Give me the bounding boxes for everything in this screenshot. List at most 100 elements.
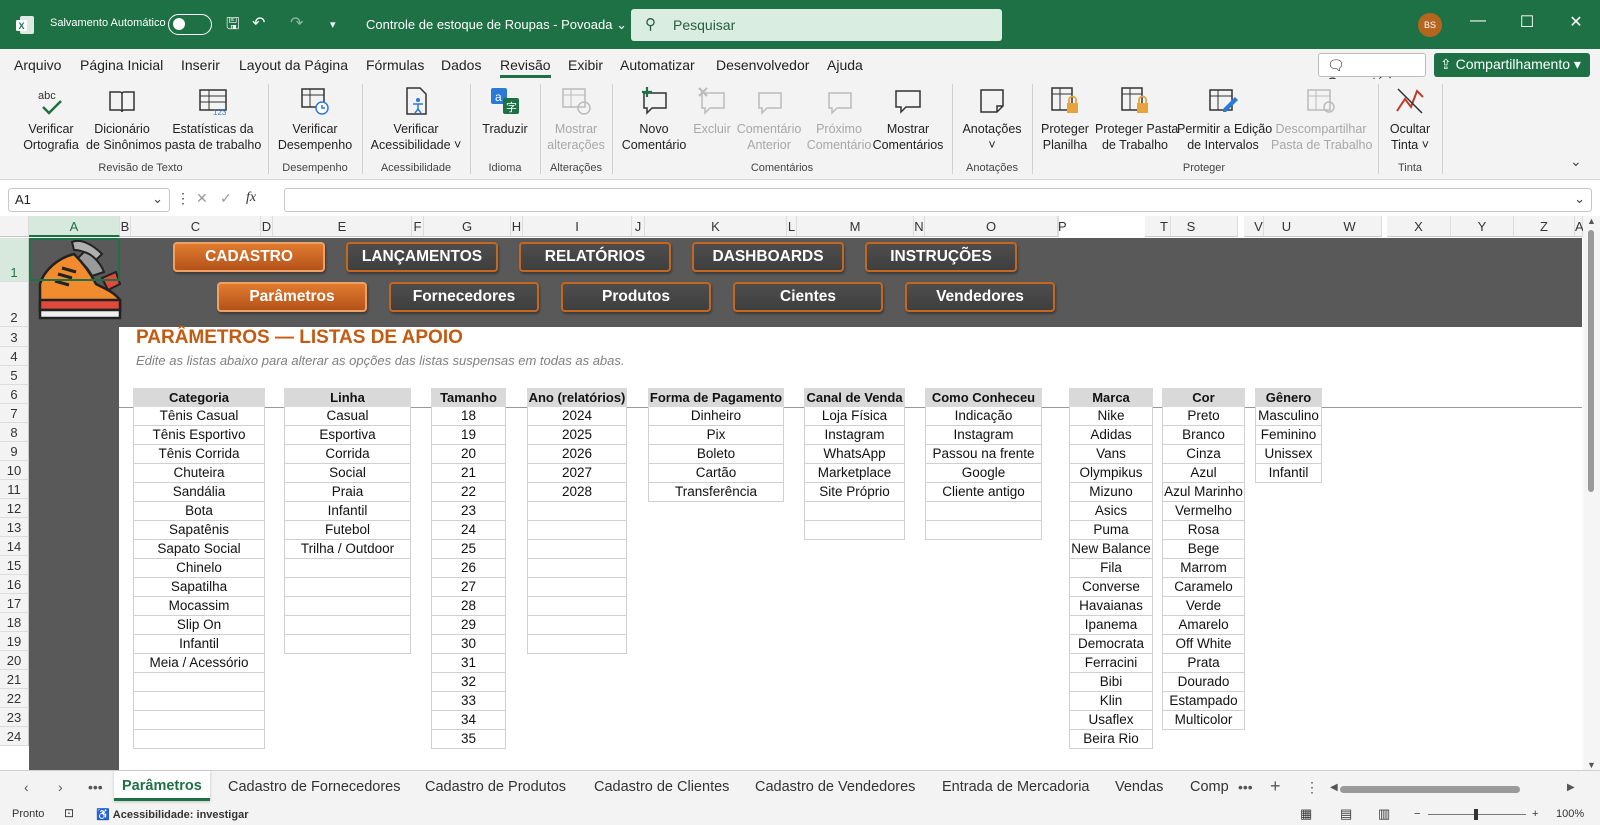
table-cell[interactable] xyxy=(133,673,265,692)
row-header-4[interactable]: 4 xyxy=(0,347,29,366)
table-cell[interactable]: Feminino xyxy=(1255,426,1322,445)
row-header-12[interactable]: 12 xyxy=(0,499,29,518)
more-sheets-icon[interactable]: ••• xyxy=(88,779,103,795)
column-header-e[interactable]: E xyxy=(273,216,412,237)
translate-button[interactable]: a字 Traduzir xyxy=(477,85,533,137)
column-header-x[interactable]: X xyxy=(1387,216,1451,237)
zoom-level[interactable]: 100% xyxy=(1556,808,1584,820)
table-cell[interactable]: 32 xyxy=(431,673,506,692)
table-cell[interactable]: Infantil xyxy=(1255,464,1322,483)
table-cell[interactable]: Converse xyxy=(1069,578,1153,597)
row-header-6[interactable]: 6 xyxy=(0,385,29,404)
nav-relatorios-button[interactable]: RELATÓRIOS xyxy=(519,242,671,272)
column-header-t[interactable]: T xyxy=(1158,216,1171,237)
table-cell[interactable]: 19 xyxy=(431,426,506,445)
horizontal-scrollbar-thumb[interactable] xyxy=(1340,786,1520,793)
row-header-21[interactable]: 21 xyxy=(0,670,29,689)
notes-button[interactable]: Anotações ˅ xyxy=(958,85,1026,153)
table-cell[interactable]: Bota xyxy=(133,502,265,521)
column-header-aa[interactable]: AA xyxy=(1575,216,1592,237)
prev-sheet-icon[interactable]: ‹ xyxy=(24,779,29,795)
table-cell[interactable]: Marrom xyxy=(1162,559,1245,578)
enter-icon[interactable]: ✓ xyxy=(220,190,232,207)
macro-record-icon[interactable]: ⊡ xyxy=(64,806,74,820)
table-cell[interactable]: Olympikus xyxy=(1069,464,1153,483)
redo-icon[interactable]: ↷ xyxy=(290,13,303,33)
page-break-view-icon[interactable]: ▥ xyxy=(1378,806,1390,822)
nav-clientes-button[interactable]: Cientes xyxy=(733,282,883,312)
cancel-icon[interactable]: ✕ xyxy=(196,190,208,207)
normal-view-icon[interactable]: ▦ xyxy=(1300,806,1312,822)
table-cell[interactable]: 34 xyxy=(431,711,506,730)
table-cell[interactable]: Azul Marinho xyxy=(1162,483,1245,502)
scroll-up-icon[interactable]: ▲ xyxy=(1587,216,1596,226)
column-header-g[interactable]: G xyxy=(424,216,511,237)
tab-arquivo[interactable]: Arquivo xyxy=(14,57,61,73)
protect-sheet-button[interactable]: Proteger Planilha xyxy=(1037,85,1093,153)
nav-dashboards-button[interactable]: DASHBOARDS xyxy=(692,242,844,272)
thesaurus-button[interactable]: Dicionário de Sinônimos xyxy=(86,85,162,153)
row-header-11[interactable]: 11 xyxy=(0,480,29,499)
table-cell[interactable]: 30 xyxy=(431,635,506,654)
maximize-icon[interactable]: ☐ xyxy=(1517,12,1537,32)
table-cell[interactable]: Sapatênis xyxy=(133,521,265,540)
table-cell[interactable]: Dourado xyxy=(1162,673,1245,692)
insert-function-icon[interactable]: fx xyxy=(246,190,256,206)
table-cell[interactable]: Marketplace xyxy=(804,464,905,483)
scroll-down-icon[interactable]: ▼ xyxy=(1587,760,1596,770)
table-cell[interactable]: Passou na frente xyxy=(925,445,1042,464)
column-header-v[interactable]: V xyxy=(1254,216,1264,237)
tab-revisao[interactable]: Revisão xyxy=(500,57,551,78)
table-cell[interactable]: Amarelo xyxy=(1162,616,1245,635)
table-cell[interactable]: Fila xyxy=(1069,559,1153,578)
new-comment-button[interactable]: Novo Comentário xyxy=(620,85,688,153)
avatar[interactable]: BS xyxy=(1418,13,1442,37)
table-cell[interactable] xyxy=(133,730,265,749)
table-cell[interactable]: Tênis Esportivo xyxy=(133,426,265,445)
share-button[interactable]: ⇪ Compartilhamento ▾ xyxy=(1434,53,1590,77)
table-cell[interactable]: Meia / Acessório xyxy=(133,654,265,673)
next-comment-button[interactable]: Próximo Comentário xyxy=(806,85,872,153)
table-cell[interactable]: Social xyxy=(284,464,411,483)
tab-inserir[interactable]: Inserir xyxy=(181,57,220,73)
minimize-icon[interactable]: — xyxy=(1468,12,1488,30)
sheet-tab-cadastro-de-vendedores[interactable]: Cadastro de Vendedores xyxy=(755,779,915,795)
column-header-w[interactable]: W xyxy=(1318,216,1382,237)
row-header-18[interactable]: 18 xyxy=(0,613,29,632)
table-cell[interactable]: 21 xyxy=(431,464,506,483)
table-cell[interactable]: 2027 xyxy=(527,464,627,483)
row-header-16[interactable]: 16 xyxy=(0,575,29,594)
table-header[interactable]: Gênero xyxy=(1255,388,1322,407)
nav-vendedores-button[interactable]: Vendedores xyxy=(905,282,1055,312)
table-cell[interactable]: Sapato Social xyxy=(133,540,265,559)
sheet-tab-vendas[interactable]: Vendas xyxy=(1115,779,1163,795)
table-cell[interactable]: Esportiva xyxy=(284,426,411,445)
protect-workbook-button[interactable]: Proteger Pasta de Trabalho xyxy=(1095,85,1178,153)
sheet-tab-par-metros[interactable]: Parâmetros xyxy=(114,771,210,801)
row-header-1[interactable]: 1 xyxy=(0,238,29,282)
table-cell[interactable]: Nike xyxy=(1069,407,1153,426)
zoom-slider-thumb[interactable] xyxy=(1474,809,1478,820)
table-cell[interactable] xyxy=(527,502,627,521)
table-cell[interactable] xyxy=(527,597,627,616)
row-header-19[interactable]: 19 xyxy=(0,632,29,651)
table-cell[interactable]: 2026 xyxy=(527,445,627,464)
collapse-ribbon-icon[interactable]: ⌄ xyxy=(1570,153,1582,170)
zoom-in-icon[interactable]: + xyxy=(1532,808,1538,820)
hscroll-left-icon[interactable]: ◀ xyxy=(1330,782,1338,793)
table-header[interactable]: Forma de Pagamento xyxy=(648,388,784,407)
nav-fornecedores-button[interactable]: Fornecedores xyxy=(389,282,539,312)
table-cell[interactable]: 22 xyxy=(431,483,506,502)
table-cell[interactable]: Slip On xyxy=(133,616,265,635)
table-cell[interactable]: Trilha / Outdoor xyxy=(284,540,411,559)
row-header-10[interactable]: 10 xyxy=(0,461,29,480)
column-header-f[interactable]: F xyxy=(412,216,424,237)
tab-formulas[interactable]: Fórmulas xyxy=(366,57,424,73)
autosave-toggle[interactable] xyxy=(168,14,212,35)
workbook-stats-button[interactable]: 123 Estatísticas da pasta de trabalho xyxy=(163,85,263,153)
table-cell[interactable]: Rosa xyxy=(1162,521,1245,540)
spreadsheet-grid[interactable]: ABCDEFGHIJKLMNOPSTUVWXYZAA 1234567891011… xyxy=(0,216,1600,770)
more-options-icon[interactable]: ⋮ xyxy=(176,190,190,207)
table-cell[interactable]: Google xyxy=(925,464,1042,483)
row-header-8[interactable]: 8 xyxy=(0,423,29,442)
